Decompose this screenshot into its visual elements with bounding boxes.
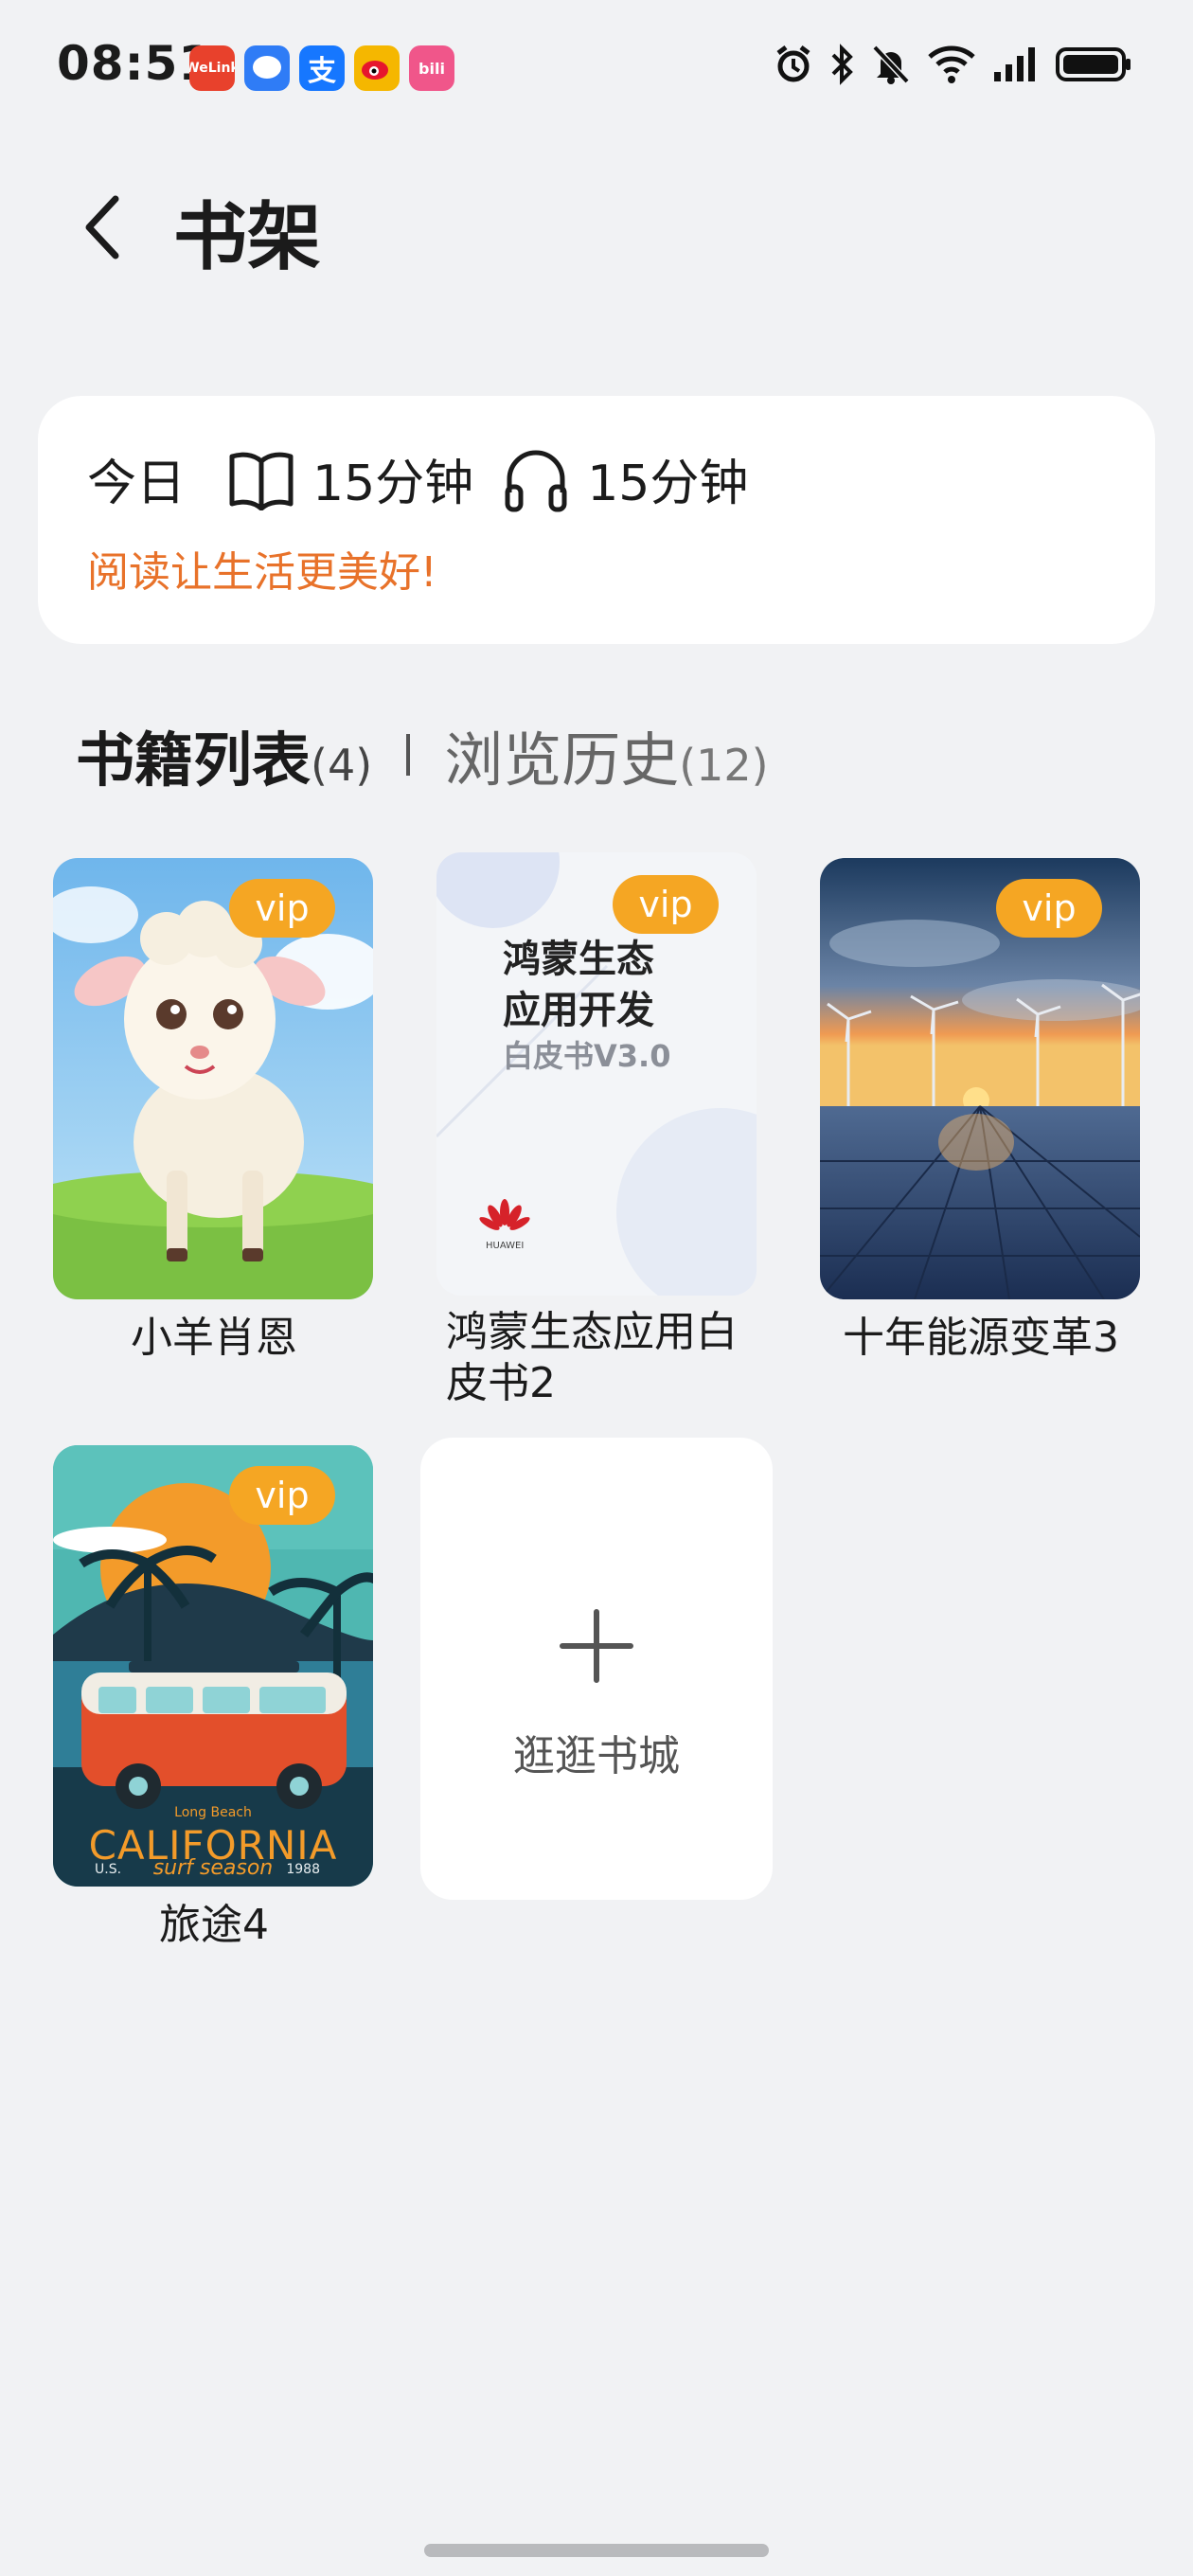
tab-book-list-label: 书籍列表 bbox=[76, 725, 312, 795]
cover-subtitle: 白皮书V3.0 bbox=[503, 1038, 671, 1074]
book-title: 十年能源变革3 bbox=[843, 1314, 1119, 1362]
signal-icon bbox=[994, 47, 1035, 81]
cover-title-line2: 应用开发 bbox=[503, 989, 654, 1032]
book-item[interactable]: Long Beach CALIFORNIA U.S. surf season 1… bbox=[53, 1445, 375, 1951]
vip-badge: vip bbox=[229, 1466, 335, 1525]
silent-bell-icon bbox=[872, 45, 910, 84]
book-cover[interactable]: 鸿蒙生态 应用开发 白皮书V3.0 HUAWEI vip bbox=[436, 852, 757, 1296]
battery-icon bbox=[1056, 47, 1131, 81]
tab-browse-history[interactable]: 浏览历史(12) bbox=[444, 712, 768, 797]
tab-divider bbox=[406, 734, 411, 776]
messages-icon bbox=[244, 45, 290, 91]
tab-browse-history-count: (12) bbox=[679, 740, 769, 791]
tab-book-list-count: (4) bbox=[311, 740, 373, 791]
page-title: 书架 bbox=[173, 195, 322, 280]
book-icon bbox=[223, 445, 299, 513]
tab-book-list[interactable]: 书籍列表(4) bbox=[76, 712, 372, 797]
back-button[interactable] bbox=[74, 189, 131, 265]
reading-time: 15分钟 bbox=[312, 456, 474, 512]
listening-time: 15分钟 bbox=[587, 456, 749, 512]
alarm-icon bbox=[776, 45, 810, 82]
bluetooth-icon bbox=[831, 44, 853, 85]
headphones-icon bbox=[498, 445, 574, 513]
today-label: 今日 bbox=[87, 456, 187, 512]
vip-badge: vip bbox=[613, 875, 719, 934]
book-cover[interactable]: vip bbox=[53, 858, 373, 1299]
shelf-tabs: 书籍列表(4) 浏览历史(12) bbox=[76, 712, 769, 797]
huawei-logo-text: HUAWEI bbox=[486, 1241, 525, 1251]
book-cover[interactable]: vip bbox=[820, 858, 1140, 1299]
book-cover[interactable]: Long Beach CALIFORNIA U.S. surf season 1… bbox=[53, 1445, 373, 1887]
vip-badge: vip bbox=[229, 879, 335, 938]
reading-stats-row: 今日 15分钟 15分钟 bbox=[87, 443, 748, 514]
book-item[interactable]: 鸿蒙生态 应用开发 白皮书V3.0 HUAWEI vip 鸿蒙生态应用白皮书2 bbox=[436, 852, 758, 1409]
system-status-icons bbox=[773, 44, 1132, 85]
book-item[interactable]: vip 小羊肖恩 bbox=[53, 858, 375, 1364]
bilibili-icon: bili bbox=[409, 45, 454, 91]
reading-slogan: 阅读让生活更美好! bbox=[87, 548, 437, 597]
alipay-icon: 支 bbox=[299, 45, 345, 91]
reading-stats-card: 今日 15分钟 15分钟 阅读让生活更美好! bbox=[38, 396, 1155, 644]
vip-badge: vip bbox=[996, 879, 1102, 938]
cover-title-line1: 鸿蒙生态 bbox=[503, 938, 654, 981]
book-item[interactable]: vip 十年能源变革3 bbox=[820, 858, 1142, 1364]
book-title: 鸿蒙生态应用白皮书2 bbox=[446, 1308, 738, 1407]
wifi-icon bbox=[928, 45, 975, 83]
header: 书架 bbox=[0, 161, 1193, 284]
cover-small-text: Long Beach bbox=[174, 1805, 252, 1820]
browse-bookstore-button[interactable]: 逛逛书城 bbox=[420, 1438, 773, 1900]
tab-browse-history-label: 浏览历史 bbox=[444, 725, 680, 795]
status-bar: 08:51 WeLink 支 bili bbox=[0, 0, 1193, 133]
notification-app-icons: WeLink 支 bili bbox=[189, 45, 454, 91]
browse-bookstore-label: 逛逛书城 bbox=[513, 1732, 680, 1780]
book-title: 小羊肖恩 bbox=[131, 1314, 297, 1362]
book-title: 旅途4 bbox=[159, 1901, 269, 1949]
plus-icon bbox=[560, 1609, 633, 1683]
home-indicator[interactable] bbox=[424, 2544, 769, 2557]
cover-mid-text: surf season bbox=[152, 1856, 274, 1880]
weibo-icon bbox=[354, 45, 400, 91]
chevron-left-icon bbox=[85, 195, 119, 259]
cover-right-text: 1988 bbox=[286, 1862, 320, 1877]
welink-icon: WeLink bbox=[189, 45, 235, 91]
